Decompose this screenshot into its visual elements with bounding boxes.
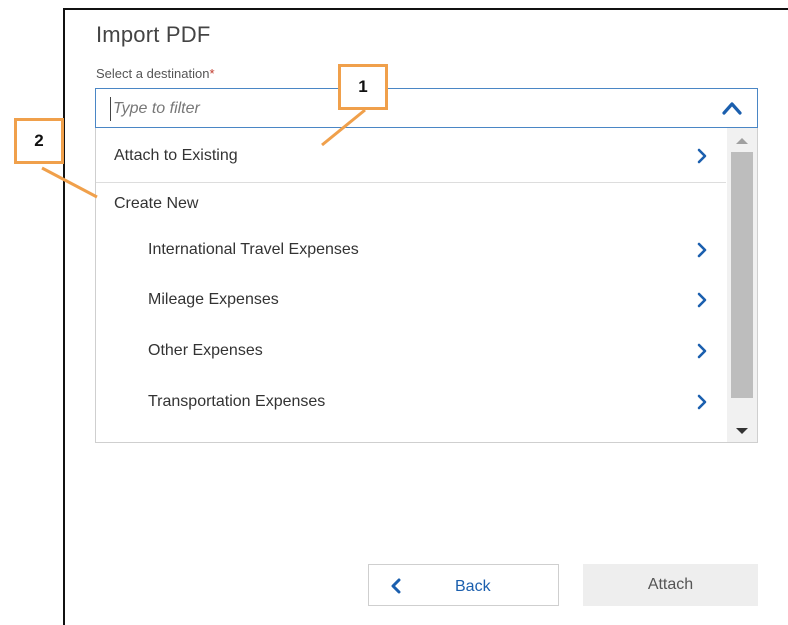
chevron-left-icon [391,578,401,594]
option-label: Attach to Existing [114,147,238,164]
window-border-left [63,8,65,625]
back-button[interactable]: Back [368,564,559,606]
option-mileage[interactable]: Mileage Expenses [96,276,726,324]
scroll-up-arrow-icon[interactable] [736,138,748,144]
group-create-new: Create New [96,180,726,228]
group-label: Create New [114,195,199,212]
option-label: International Travel Expenses [148,241,359,258]
callout-1: 1 [338,64,388,110]
chevron-right-icon [697,343,707,359]
scroll-down-arrow-icon[interactable] [736,428,748,434]
callout-number: 2 [34,131,44,150]
destination-dropdown: Attach to Existing Create New Internatio… [95,128,758,443]
attach-button-label: Attach [647,576,694,593]
option-international-travel[interactable]: International Travel Expenses [96,226,726,274]
chevron-up-icon[interactable] [721,99,743,117]
option-label: Other Expenses [148,342,263,359]
option-label: Mileage Expenses [148,291,279,308]
attach-button[interactable]: Attach [583,564,758,606]
scroll-thumb[interactable] [731,152,753,398]
back-button-label: Back [455,578,491,595]
callout-number: 1 [358,77,368,96]
option-attach-existing[interactable]: Attach to Existing [96,132,726,180]
scrollbar[interactable] [727,128,757,442]
option-transportation[interactable]: Transportation Expenses [96,378,726,426]
option-label: Transportation Expenses [148,393,326,410]
destination-label: Select a destination* [96,66,215,81]
option-other[interactable]: Other Expenses [96,327,726,375]
window-border-top [63,8,788,10]
destination-combobox[interactable] [95,88,758,128]
filter-input[interactable] [110,97,675,121]
chevron-right-icon [697,242,707,258]
callout-2: 2 [14,118,64,164]
chevron-right-icon [697,292,707,308]
destination-label-text: Select a destination [96,66,210,81]
chevron-right-icon [697,394,707,410]
dialog-title: Import PDF [96,22,211,47]
required-marker: * [209,66,215,81]
chevron-right-icon [697,148,707,164]
